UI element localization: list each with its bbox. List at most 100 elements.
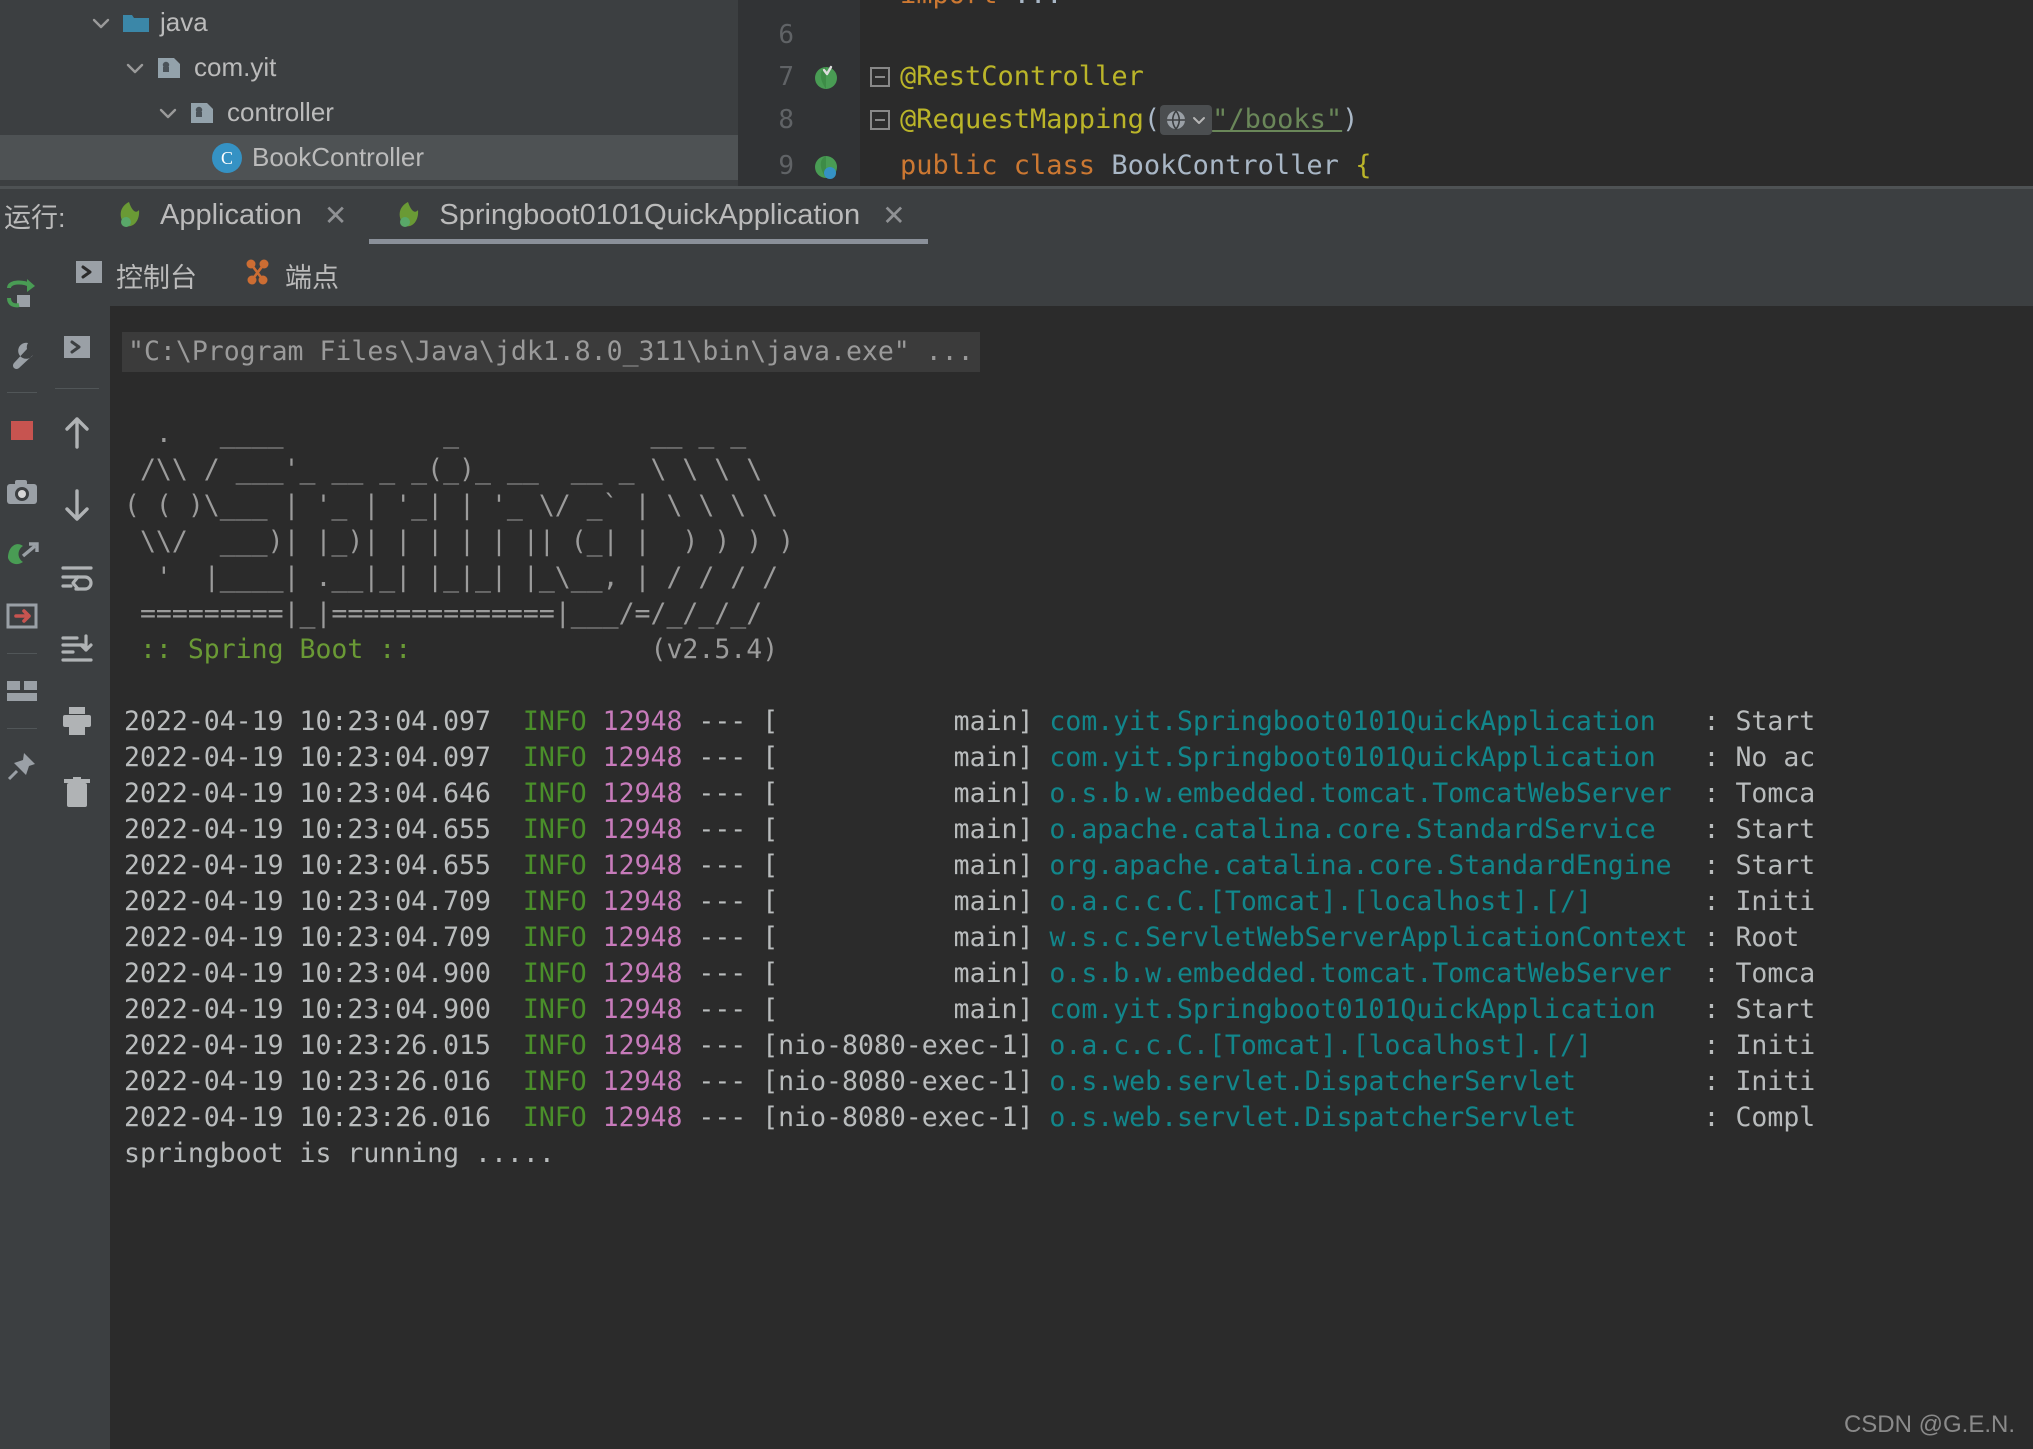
endpoints-tab-label: 端点 <box>285 262 339 293</box>
log-logger: o.apache.catalina.core.StandardService <box>1049 814 1704 845</box>
tree-node-com-yit[interactable]: com.yit <box>0 45 738 90</box>
log-logger: o.s.web.servlet.DispatcherServlet <box>1049 1066 1704 1097</box>
chevron-down-icon[interactable] <box>122 55 148 81</box>
stop-icon[interactable] <box>0 399 44 461</box>
code-editor[interactable]: import ... 6 7 @RestController <box>738 0 2033 186</box>
run-gutter-icon[interactable] <box>794 61 860 93</box>
log-level: INFO <box>522 994 587 1025</box>
spring-banner-line-3: ( ( )\___ | '_ | '_| | '_ \/ _` | \ \ \ … <box>124 490 779 521</box>
log-logger: com.yit.Springboot0101QuickApplication <box>1049 994 1704 1025</box>
console-tab-label: 控制台 <box>116 262 197 293</box>
tree-node-label: controller <box>227 97 334 127</box>
run-tab-springboot0101quickapplication[interactable]: Springboot0101QuickApplication ✕ <box>369 186 928 244</box>
log-space <box>587 742 603 773</box>
project-tool-window[interactable]: java com.yit controller C BookController <box>0 0 738 186</box>
log-level: INFO <box>522 922 587 953</box>
log-pid: 12948 <box>602 1102 683 1133</box>
run-gutter-icon[interactable] <box>794 150 860 182</box>
package-icon <box>189 101 217 125</box>
log-message: : Initi <box>1703 886 1816 917</box>
pin-icon[interactable] <box>0 735 44 797</box>
close-icon[interactable]: ✕ <box>882 199 905 232</box>
log-pid: 12948 <box>602 778 683 809</box>
folder-source-icon <box>122 11 150 35</box>
endpoints-icon <box>243 257 273 294</box>
rail-divider <box>7 392 37 393</box>
exit-icon[interactable] <box>0 585 44 647</box>
tree-node-bookcontroller[interactable]: C BookController <box>0 135 738 180</box>
code-line-6[interactable]: 6 <box>738 12 2033 57</box>
log-message: : Initi <box>1703 1066 1816 1097</box>
scroll-to-end-icon[interactable] <box>49 613 105 685</box>
tree-node-java[interactable]: java <box>0 0 738 45</box>
log-space <box>587 922 603 953</box>
trash-icon[interactable] <box>49 757 105 829</box>
log-line: 2022-04-19 10:23:04.709 INFO 12948 --- [… <box>110 920 2033 956</box>
wrench-settings-icon[interactable] <box>0 324 44 386</box>
log-separator: --- <box>682 706 763 737</box>
soft-wrap-icon[interactable] <box>49 541 105 613</box>
tree-node-controller[interactable]: controller <box>0 90 738 135</box>
arrow-down-icon[interactable] <box>49 469 105 541</box>
log-separator: --- <box>682 886 763 917</box>
log-lines-container: 2022-04-19 10:23:04.097 INFO 12948 --- [… <box>110 704 2033 1136</box>
log-level: INFO <box>522 850 587 881</box>
chevron-down-icon[interactable] <box>155 100 181 126</box>
tab-endpoints[interactable]: 端点 <box>229 256 353 295</box>
log-pid: 12948 <box>602 958 683 989</box>
arrow-up-icon[interactable] <box>49 397 105 469</box>
log-level: INFO <box>522 742 587 773</box>
rail-divider <box>55 388 99 389</box>
package-icon <box>156 56 184 80</box>
intellij-idea-window: java com.yit controller C BookController… <box>0 0 2033 1449</box>
expand-icon[interactable] <box>49 312 105 384</box>
spring-banner-version-row: :: Spring Boot :: (v2.5.4) <box>110 632 2033 668</box>
log-message: : Start <box>1703 850 1816 881</box>
code-line-8[interactable]: 8 @RequestMapping("/books") <box>738 97 2033 142</box>
log-space <box>587 886 603 917</box>
log-space <box>587 958 603 989</box>
console-output[interactable]: "C:\Program Files\Java\jdk1.8.0_311\bin\… <box>110 306 2033 1449</box>
log-logger: o.a.c.c.C.[Tomcat].[localhost].[/] <box>1049 1030 1704 1061</box>
log-line: 2022-04-19 10:23:04.646 INFO 12948 --- [… <box>110 776 2033 812</box>
log-thread: [ main] <box>762 958 1050 989</box>
log-line: 2022-04-19 10:23:26.016 INFO 12948 --- [… <box>110 1064 2033 1100</box>
log-timestamp: 2022-04-19 10:23:04.655 <box>124 850 523 881</box>
web-endpoint-gutter-icon[interactable] <box>1160 104 1213 135</box>
fold-handle-icon[interactable] <box>860 109 900 130</box>
log-message: : Initi <box>1703 1030 1816 1061</box>
log-timestamp: 2022-04-19 10:23:26.015 <box>124 1030 523 1061</box>
spring-banner-line-4: \\/ ___)| |_)| | | | | || (_| | ) ) ) ) <box>124 526 795 557</box>
log-separator: --- <box>682 958 763 989</box>
tree-node-label: BookController <box>252 142 424 172</box>
log-message: : Start <box>1703 706 1816 737</box>
log-thread: [ main] <box>762 778 1050 809</box>
watermark: CSDN @G.E.N. <box>1843 1411 2015 1438</box>
thread-dump-icon[interactable] <box>0 523 44 585</box>
chevron-down-icon[interactable] <box>88 10 114 36</box>
annotation-requestmapping: @RequestMapping <box>900 104 1144 135</box>
layout-icon[interactable] <box>0 660 44 722</box>
run-tab-application[interactable]: Application ✕ <box>90 186 369 244</box>
log-message: : No ac <box>1703 742 1816 773</box>
log-separator: --- <box>682 850 763 881</box>
log-timestamp: 2022-04-19 10:23:04.900 <box>124 958 523 989</box>
request-mapping-path[interactable]: "/books" <box>1212 104 1342 135</box>
tree-node-label: java <box>160 7 208 37</box>
rerun-icon[interactable] <box>0 262 44 324</box>
log-pid: 12948 <box>602 922 683 953</box>
print-icon[interactable] <box>49 685 105 757</box>
log-logger: com.yit.Springboot0101QuickApplication <box>1049 706 1704 737</box>
close-icon[interactable]: ✕ <box>324 199 347 232</box>
code-line-9[interactable]: 9 public class BookController { <box>738 143 2033 186</box>
tab-console[interactable]: 控制台 <box>60 256 211 295</box>
fold-handle-icon[interactable] <box>860 66 900 87</box>
run-tab-bar: 运行: Application ✕ Springboot0101QuickApp… <box>0 186 2033 244</box>
camera-snapshot-icon[interactable] <box>0 461 44 523</box>
log-pid: 12948 <box>602 850 683 881</box>
log-level: INFO <box>522 706 587 737</box>
log-pid: 12948 <box>602 886 683 917</box>
log-separator: --- <box>682 1066 763 1097</box>
log-thread: [ main] <box>762 850 1050 881</box>
code-line-7[interactable]: 7 @RestController <box>738 54 2033 99</box>
